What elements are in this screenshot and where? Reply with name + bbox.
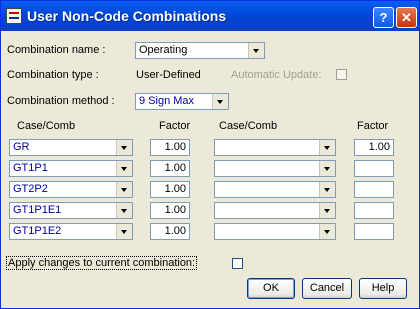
- chevron-down-icon[interactable]: [248, 43, 264, 58]
- case-comb-header-right: Case/Comb: [219, 120, 278, 132]
- apply-changes-label: Apply changes to current combination:: [6, 256, 198, 270]
- case-select-right[interactable]: [214, 139, 336, 156]
- factor-input-right[interactable]: [354, 160, 394, 177]
- chevron-down-icon[interactable]: [116, 161, 132, 176]
- factor-input-left[interactable]: 1.00: [150, 202, 190, 219]
- case-value: GT1P1E2: [13, 225, 62, 237]
- case-value: GT1P1E1: [13, 204, 62, 216]
- case-select-right[interactable]: [214, 223, 336, 240]
- factor-input-left[interactable]: 1.00: [150, 223, 190, 240]
- chevron-down-icon[interactable]: [116, 203, 132, 218]
- combination-method-select[interactable]: 9 Sign Max: [135, 93, 229, 110]
- title-bar[interactable]: User Non-Code Combinations ? ✕: [1, 1, 419, 31]
- combination-type-label: Combination type :: [7, 69, 99, 81]
- case-value: GR: [13, 141, 30, 153]
- help-button[interactable]: Help: [359, 278, 407, 299]
- factor-input-right[interactable]: [354, 223, 394, 240]
- apply-changes-checkbox[interactable]: [232, 258, 243, 269]
- combination-name-value: Operating: [139, 44, 188, 56]
- factor-header-right: Factor: [357, 120, 389, 132]
- case-value: GT1P1: [13, 162, 48, 174]
- chevron-down-icon[interactable]: [319, 182, 335, 197]
- factor-header-left: Factor: [159, 120, 191, 132]
- chevron-down-icon[interactable]: [116, 182, 132, 197]
- apply-changes-label-text: Apply changes to current combination:: [6, 256, 198, 270]
- app-icon: [6, 8, 22, 24]
- combination-method-label: Combination method :: [7, 95, 115, 107]
- cancel-button[interactable]: Cancel: [302, 278, 352, 299]
- combination-type-value: User-Defined: [136, 69, 201, 81]
- case-select-left[interactable]: GR: [9, 139, 133, 156]
- combination-name-select[interactable]: Operating: [135, 42, 265, 59]
- combination-name-label: Combination name :: [7, 44, 106, 56]
- case-comb-header-left: Case/Comb: [17, 120, 76, 132]
- chevron-down-icon[interactable]: [116, 140, 132, 155]
- ok-button[interactable]: OK: [247, 278, 295, 299]
- combination-method-value: 9 Sign Max: [139, 95, 195, 107]
- case-value: GT2P2: [13, 183, 48, 195]
- chevron-down-icon[interactable]: [319, 161, 335, 176]
- case-select-right[interactable]: [214, 202, 336, 219]
- case-select-left[interactable]: GT1P1: [9, 160, 133, 177]
- factor-input-left[interactable]: 1.00: [150, 160, 190, 177]
- chevron-down-icon[interactable]: [319, 224, 335, 239]
- chevron-down-icon[interactable]: [319, 140, 335, 155]
- automatic-update-label: Automatic Update:: [231, 69, 322, 81]
- factor-input-right[interactable]: 1.00: [354, 139, 394, 156]
- automatic-update-checkbox[interactable]: [336, 69, 347, 80]
- case-select-left[interactable]: GT1P1E2: [9, 223, 133, 240]
- factor-input-left[interactable]: 1.00: [150, 181, 190, 198]
- case-select-right[interactable]: [214, 160, 336, 177]
- factor-input-left[interactable]: 1.00: [150, 139, 190, 156]
- factor-input-right[interactable]: [354, 202, 394, 219]
- case-select-left[interactable]: GT1P1E1: [9, 202, 133, 219]
- case-select-right[interactable]: [214, 181, 336, 198]
- chevron-down-icon[interactable]: [116, 224, 132, 239]
- title-help-button[interactable]: ?: [373, 7, 394, 28]
- dialog-window: User Non-Code Combinations ? ✕ Combinati…: [0, 0, 420, 309]
- case-select-left[interactable]: GT2P2: [9, 181, 133, 198]
- factor-input-right[interactable]: [354, 181, 394, 198]
- window-title: User Non-Code Combinations: [27, 8, 227, 24]
- chevron-down-icon[interactable]: [212, 94, 228, 109]
- close-button[interactable]: ✕: [396, 7, 417, 28]
- chevron-down-icon[interactable]: [319, 203, 335, 218]
